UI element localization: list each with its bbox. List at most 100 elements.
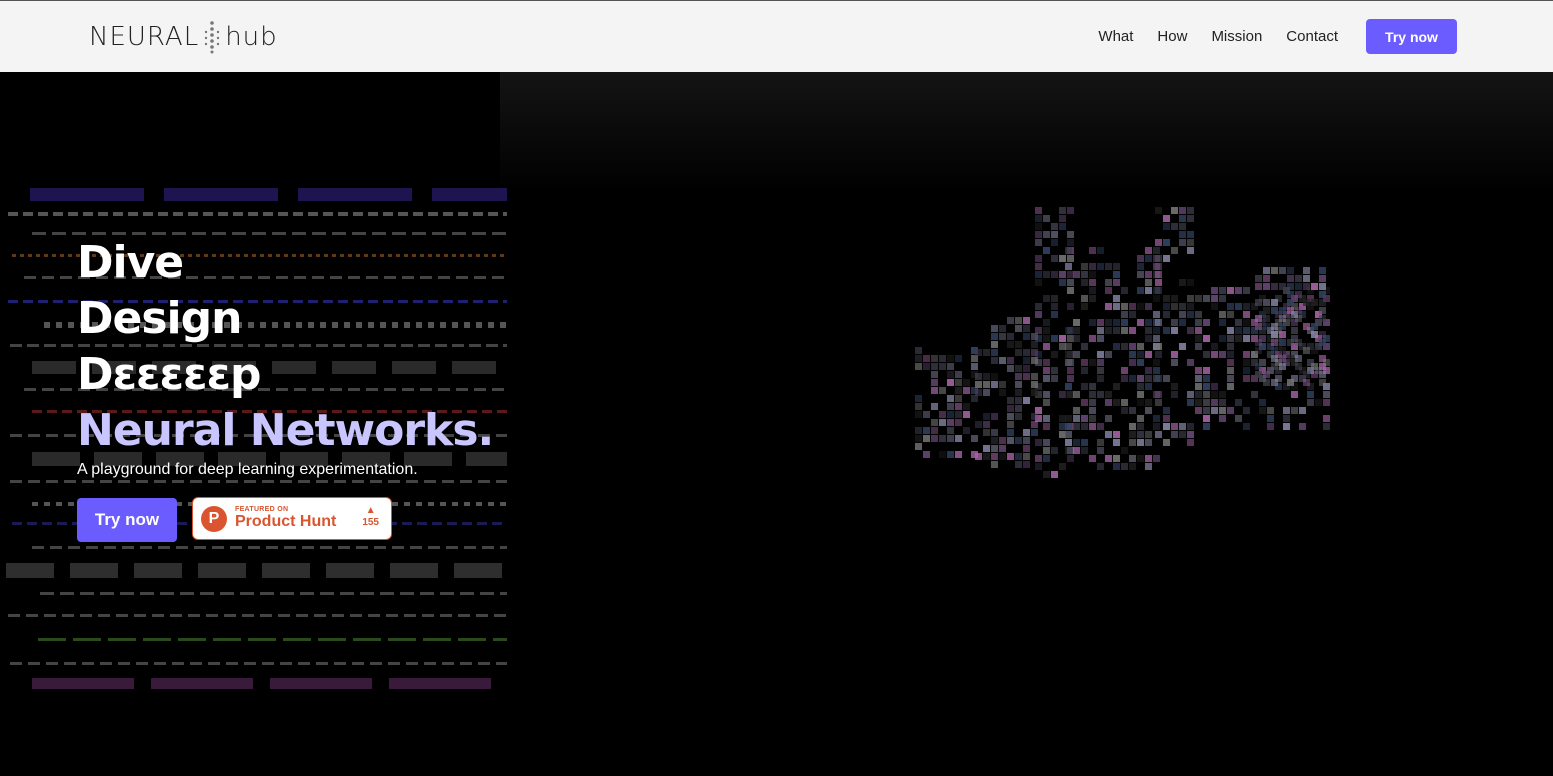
- network-pixel: [1065, 447, 1072, 454]
- activation-cell: [100, 592, 114, 595]
- network-pixel: [991, 429, 998, 436]
- network-pixel: [1311, 347, 1318, 354]
- network-pixel: [1153, 367, 1160, 374]
- activation-cell: [478, 480, 490, 483]
- network-pixel: [1035, 303, 1042, 310]
- nav-link-what[interactable]: What: [1098, 28, 1133, 45]
- network-pixel: [1097, 391, 1104, 398]
- network-pixel: [1287, 299, 1294, 306]
- network-pixel: [1145, 287, 1152, 294]
- activation-cell: [458, 212, 468, 216]
- nav-link-mission[interactable]: Mission: [1211, 28, 1262, 45]
- activation-cell: [314, 614, 326, 617]
- hero-try-now-button[interactable]: Try now: [77, 498, 177, 542]
- activation-cell: [208, 480, 220, 483]
- network-pixel: [1097, 447, 1104, 454]
- activation-cell: [188, 212, 198, 216]
- network-pixel: [939, 363, 946, 370]
- nav-link-contact[interactable]: Contact: [1286, 28, 1338, 45]
- network-pixel: [1089, 295, 1096, 302]
- network-pixel: [939, 419, 946, 426]
- activation-cell: [260, 614, 272, 617]
- network-pixel: [1271, 347, 1278, 354]
- activation-cell: [23, 212, 33, 216]
- network-pixel: [1255, 371, 1262, 378]
- network-pixel: [1073, 439, 1080, 446]
- network-pixel: [1089, 263, 1096, 270]
- hero-section: Dive Design Dεεεεεp Neural Networks. A p…: [0, 72, 1553, 776]
- activation-cell: [496, 434, 507, 437]
- network-pixel: [1113, 327, 1120, 334]
- activation-cell: [46, 434, 58, 437]
- network-pixel: [1031, 389, 1038, 396]
- network-pixel: [1137, 351, 1144, 358]
- network-pixel: [1153, 359, 1160, 366]
- activation-cell: [68, 322, 74, 328]
- network-pixel: [999, 325, 1006, 332]
- network-pixel: [1319, 331, 1326, 338]
- network-pixel: [1145, 255, 1152, 262]
- activation-cell: [442, 662, 454, 665]
- network-pixel: [1155, 399, 1162, 406]
- activation-cell: [263, 212, 273, 216]
- nav-link-how[interactable]: How: [1157, 28, 1187, 45]
- network-pixel: [931, 363, 938, 370]
- network-pixel: [1137, 359, 1144, 366]
- activation-cell: [334, 662, 346, 665]
- network-pixel: [1227, 343, 1234, 350]
- network-pixel: [1179, 279, 1186, 286]
- network-pixel: [1035, 439, 1042, 446]
- network-pixel: [1081, 263, 1088, 270]
- activation-cell: [118, 662, 130, 665]
- activation-cell: [32, 410, 42, 413]
- network-pixel: [1121, 327, 1128, 334]
- network-pixel: [1105, 455, 1112, 462]
- network-pixel: [1259, 399, 1266, 406]
- network-pixel: [991, 341, 998, 348]
- activation-cell: [432, 522, 442, 525]
- network-pixel: [1081, 303, 1088, 310]
- network-pixel: [1243, 311, 1250, 318]
- network-pixel: [1015, 365, 1022, 372]
- network-pixel: [1155, 287, 1162, 294]
- network-pixel: [1023, 437, 1030, 444]
- network-pixel: [915, 395, 922, 402]
- network-pixel: [1235, 327, 1242, 334]
- network-pixel: [1059, 423, 1066, 430]
- product-hunt-badge[interactable]: P FEATURED ON Product Hunt ▲ 155: [192, 497, 392, 540]
- activation-cell: [368, 212, 378, 216]
- activation-cell: [248, 546, 260, 549]
- network-pixel: [1023, 453, 1030, 460]
- network-pixel: [1065, 247, 1072, 254]
- activation-cell: [10, 662, 22, 665]
- activation-cell: [240, 592, 254, 595]
- network-pixel: [1219, 287, 1226, 294]
- network-pixel: [1155, 279, 1162, 286]
- activation-cell: [316, 662, 328, 665]
- activation-cell: [320, 546, 332, 549]
- network-pixel: [1319, 283, 1326, 290]
- activation-cell: [370, 662, 382, 665]
- navbar: NEURAL hub What How Mission Contact Try …: [0, 0, 1553, 72]
- activation-cell: [248, 212, 258, 216]
- network-pixel: [1271, 379, 1278, 386]
- network-pixel: [1179, 215, 1186, 222]
- activation-cell: [503, 344, 507, 347]
- network-pixel: [1121, 343, 1128, 350]
- network-pixel: [955, 371, 962, 378]
- activation-cell: [10, 480, 22, 483]
- network-pixel: [947, 435, 954, 442]
- network-pixel: [947, 379, 954, 386]
- network-pixel: [1023, 317, 1030, 324]
- nav-try-now-button[interactable]: Try now: [1366, 19, 1457, 54]
- logo[interactable]: NEURAL hub: [89, 19, 278, 55]
- network-pixel: [955, 451, 962, 458]
- network-pixel: [1303, 267, 1310, 274]
- network-pixel: [1315, 399, 1322, 406]
- network-pixel: [1097, 247, 1104, 254]
- network-pixel: [1187, 327, 1194, 334]
- activation-cell: [452, 502, 458, 506]
- activation-cell: [32, 502, 38, 506]
- network-pixel: [939, 387, 946, 394]
- network-pixel: [923, 435, 930, 442]
